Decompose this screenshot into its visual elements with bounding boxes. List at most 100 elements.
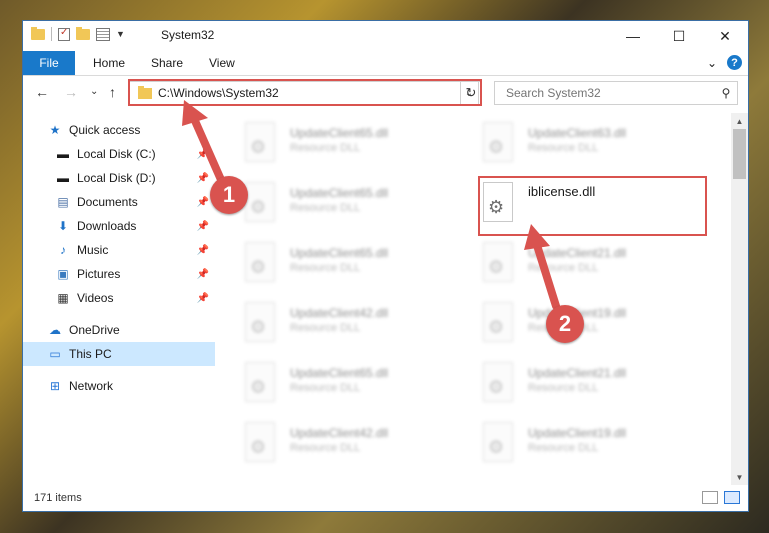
caption-buttons: — ☐ ✕: [610, 21, 748, 51]
drive-icon: ▬: [57, 171, 69, 185]
sidebar-item-label: Downloads: [77, 219, 137, 233]
list-item[interactable]: UpdateClient63.dll Resource DLL: [453, 118, 653, 174]
dll-file-icon: [245, 302, 275, 342]
file-type: Resource DLL: [528, 142, 599, 154]
quick-access-toolbar: ▼: [31, 26, 125, 41]
list-item[interactable]: UpdateClient65.dll Resource DLL: [215, 118, 415, 174]
scroll-up-icon[interactable]: ▲: [731, 113, 748, 129]
sidebar-item-label: Videos: [77, 291, 114, 305]
dll-file-icon: [483, 362, 513, 402]
large-icons-view-icon[interactable]: [724, 491, 740, 504]
pin-icon[interactable]: 📌: [197, 149, 209, 160]
file-type: Resource DLL: [290, 322, 361, 334]
sidebar-item-label: Local Disk (C:): [77, 147, 156, 161]
customize-icon[interactable]: [96, 27, 110, 41]
sidebar-item-documents[interactable]: ▤ Documents 📌: [23, 190, 215, 214]
file-list: UpdateClient65.dll Resource DLL UpdateCl…: [215, 113, 734, 483]
dll-file-icon: [245, 362, 275, 402]
pin-icon[interactable]: 📌: [197, 221, 209, 232]
details-view-icon[interactable]: [702, 491, 718, 504]
up-button[interactable]: ↑: [109, 84, 116, 100]
file-type: Resource DLL: [290, 202, 361, 214]
sidebar-item-music[interactable]: ♪ Music 📌: [23, 238, 215, 262]
sidebar-item-videos[interactable]: ▦ Videos 📌: [23, 286, 215, 310]
file-name: UpdateClient21.dll: [528, 366, 627, 380]
dll-file-icon: [245, 242, 275, 282]
search-icon[interactable]: ⚲: [715, 86, 737, 100]
sidebar-item-downloads[interactable]: ⬇ Downloads 📌: [23, 214, 215, 238]
new-folder-icon[interactable]: [76, 26, 90, 40]
file-name: UpdateClient65.dll: [290, 186, 389, 200]
list-item[interactable]: UpdateClient21.dll Resource DLL: [453, 238, 653, 294]
help-icon[interactable]: ?: [727, 55, 742, 70]
sidebar-item-onedrive[interactable]: ☁ OneDrive: [23, 318, 215, 342]
properties-check-icon[interactable]: [58, 27, 70, 41]
list-item[interactable]: UpdateClient21.dll Resource DLL: [453, 358, 653, 414]
back-button[interactable]: ←: [35, 84, 49, 100]
status-bar: 171 items: [23, 485, 748, 511]
dll-file-icon: [245, 182, 275, 222]
minimize-button[interactable]: —: [610, 21, 656, 51]
step-badge-1: 1: [210, 176, 248, 214]
network-icon: ⊞: [49, 379, 61, 393]
videos-icon: ▦: [57, 291, 69, 305]
list-item[interactable]: UpdateClient42.dll Resource DLL: [215, 298, 415, 354]
download-icon: ⬇: [57, 219, 69, 233]
sidebar-item-pictures[interactable]: ▣ Pictures 📌: [23, 262, 215, 286]
file-type: Resource DLL: [290, 262, 361, 274]
pin-icon[interactable]: 📌: [197, 245, 209, 256]
dll-file-icon: [245, 422, 275, 462]
vertical-scrollbar[interactable]: ▲ ▼: [731, 113, 748, 485]
maximize-button[interactable]: ☐: [656, 21, 702, 51]
sidebar-item-label: OneDrive: [69, 323, 120, 337]
navigation-pane: ★ Quick access ▬ Local Disk (C:) 📌 ▬ Loc…: [23, 113, 215, 483]
file-name: UpdateClient42.dll: [290, 426, 389, 440]
file-type: Resource DLL: [528, 442, 599, 454]
sidebar-item-label: Documents: [77, 195, 138, 209]
list-item[interactable]: UpdateClient19.dll Resource DLL: [453, 418, 653, 474]
sidebar-item-network[interactable]: ⊞ Network: [23, 374, 215, 398]
qat-dropdown-icon[interactable]: ▼: [116, 29, 125, 39]
divider: [51, 27, 52, 41]
cloud-icon: ☁: [49, 323, 61, 337]
folder-icon: [31, 26, 45, 40]
tab-view[interactable]: View: [209, 51, 235, 75]
sidebar-item-local-disk-c[interactable]: ▬ Local Disk (C:) 📌: [23, 142, 215, 166]
dll-file-icon: [483, 302, 513, 342]
list-item[interactable]: UpdateClient65.dll Resource DLL: [215, 238, 415, 294]
tab-file[interactable]: File: [23, 51, 75, 75]
drive-icon: ▬: [57, 147, 69, 161]
file-type: Resource DLL: [290, 142, 361, 154]
expand-ribbon-icon[interactable]: ⌄: [707, 56, 717, 70]
sidebar-item-label: Pictures: [77, 267, 121, 281]
scroll-down-icon[interactable]: ▼: [731, 469, 748, 485]
sidebar-item-label: This PC: [69, 347, 112, 361]
pin-icon[interactable]: 📌: [197, 293, 209, 304]
sidebar-item-local-disk-d[interactable]: ▬ Local Disk (D:) 📌: [23, 166, 215, 190]
window-title: System32: [161, 28, 215, 42]
dll-file-icon: [483, 242, 513, 282]
step-badge-2: 2: [546, 305, 584, 343]
search-box[interactable]: ⚲: [494, 81, 738, 105]
tab-home[interactable]: Home: [93, 51, 125, 75]
sidebar-item-quick-access[interactable]: ★ Quick access: [23, 118, 215, 142]
list-item[interactable]: UpdateClient65.dll Resource DLL: [215, 358, 415, 414]
documents-icon: ▤: [57, 195, 69, 209]
sidebar-item-this-pc[interactable]: ▭ This PC: [23, 342, 215, 366]
dll-file-icon: [483, 122, 513, 162]
pin-icon[interactable]: 📌: [197, 269, 209, 280]
file-name: UpdateClient65.dll: [290, 246, 389, 260]
close-button[interactable]: ✕: [702, 21, 748, 51]
recent-locations-button[interactable]: ⌄: [90, 86, 98, 97]
list-item[interactable]: UpdateClient42.dll Resource DLL: [215, 418, 415, 474]
scroll-thumb[interactable]: [733, 129, 746, 179]
tab-share[interactable]: Share: [151, 51, 183, 75]
sidebar-item-label: Network: [69, 379, 114, 393]
pin-icon[interactable]: 📌: [197, 197, 209, 208]
search-input[interactable]: [504, 85, 715, 101]
item-count: 171 items: [34, 492, 82, 504]
pin-icon[interactable]: 📌: [197, 173, 209, 184]
file-name: UpdateClient42.dll: [290, 306, 389, 320]
forward-button[interactable]: →: [64, 84, 78, 100]
dll-file-icon: [483, 422, 513, 462]
